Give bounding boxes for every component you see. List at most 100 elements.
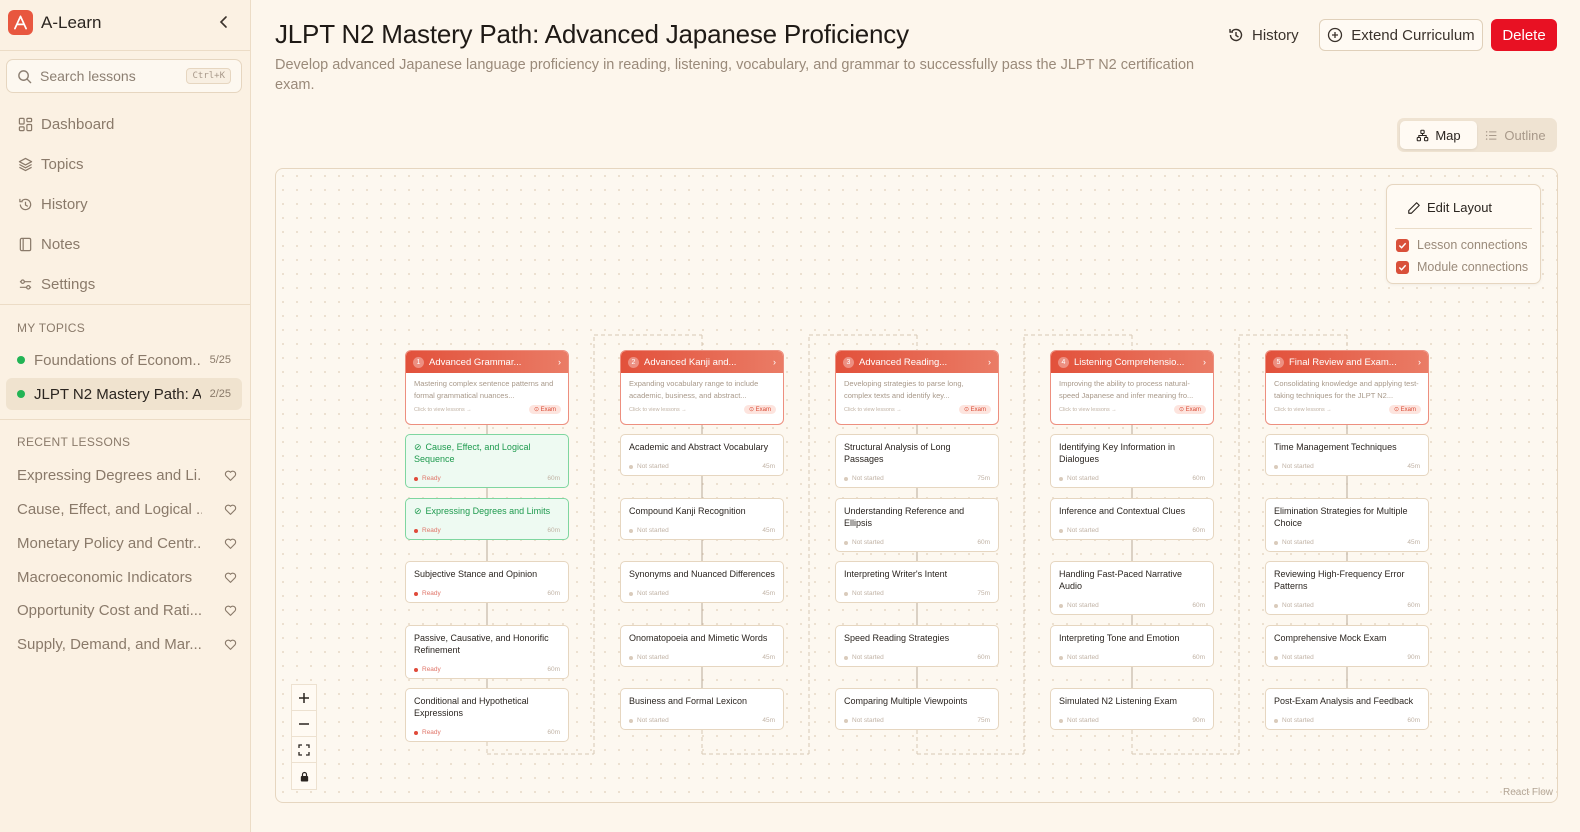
module-footer: Click to view lessons → ⊙ Exam — [836, 403, 998, 414]
lesson-duration: 60m — [547, 527, 560, 534]
lesson-node[interactable]: Academic and Abstract Vocabulary Not star… — [620, 434, 784, 476]
recent-lesson-item[interactable]: Macroeconomic Indicators — [17, 566, 237, 588]
exam-label: Exam — [540, 407, 556, 413]
lesson-title-text: Conditional and Hypothetical Expressions — [414, 696, 529, 718]
nav-item-notes[interactable]: Notes — [0, 224, 251, 264]
module-title: Advanced Reading... — [859, 356, 948, 368]
module-hint: Click to view lessons → — [629, 406, 687, 413]
lesson-node[interactable]: Conditional and Hypothetical Expressions… — [405, 688, 569, 742]
heart-icon[interactable] — [224, 638, 237, 651]
lesson-node[interactable]: Subjective Stance and Opinion Ready 60m — [405, 561, 569, 603]
lesson-status: Not started — [629, 654, 669, 661]
heart-icon[interactable] — [224, 537, 237, 550]
lesson-node[interactable]: Inference and Contextual Clues Not starte… — [1050, 498, 1214, 540]
lesson-status: Not started — [1059, 527, 1099, 534]
delete-label: Delete — [1502, 26, 1546, 44]
nav-item-dashboard[interactable]: Dashboard — [0, 104, 251, 144]
fit-view-button[interactable] — [292, 737, 316, 763]
lesson-title-text: Time Management Techniques — [1274, 442, 1397, 452]
fullscreen-icon — [298, 743, 310, 756]
module-node[interactable]: 5 Final Review and Exam... › Consolidating … — [1265, 350, 1429, 425]
topic-item-active[interactable]: JLPT N2 Mastery Path: A... 2/25 — [6, 378, 242, 410]
lesson-node[interactable]: ⊘ Cause, Effect, and Logical Sequence Read… — [405, 434, 569, 488]
delete-button[interactable]: Delete — [1491, 19, 1557, 51]
module-node[interactable]: 1 Advanced Grammar... › Mastering complex s… — [405, 350, 569, 425]
lesson-node[interactable]: Speed Reading Strategies Not started 60m — [835, 625, 999, 667]
lesson-status: Not started — [1274, 539, 1314, 546]
lesson-node[interactable]: Compound Kanji Recognition Not started 45m — [620, 498, 784, 540]
heart-icon[interactable] — [224, 503, 237, 516]
heart-icon[interactable] — [224, 469, 237, 482]
lesson-node[interactable]: Passive, Causative, and Honorific Refine… — [405, 625, 569, 679]
edit-layout-button[interactable]: Edit Layout — [1407, 200, 1492, 215]
recent-lesson-title: Macroeconomic Indicators — [17, 568, 193, 586]
lesson-node[interactable]: Time Management Techniques Not started 45m — [1265, 434, 1429, 476]
nav-item-settings[interactable]: Settings — [0, 264, 251, 304]
exam-badge[interactable]: ⊙ Exam — [1388, 405, 1421, 414]
lesson-status-text: Not started — [1067, 654, 1099, 661]
exam-badge[interactable]: ⊙ Exam — [528, 405, 561, 414]
module-connections-toggle[interactable]: Module connections — [1396, 260, 1528, 274]
recent-lesson-item[interactable]: Expressing Degrees and Li... — [17, 464, 237, 486]
lesson-status-text: Ready — [422, 527, 441, 534]
lesson-node[interactable]: Interpreting Writer's Intent Not started 7… — [835, 561, 999, 603]
layers-icon — [18, 157, 33, 171]
lesson-node[interactable]: Post-Exam Analysis and Feedback Not start… — [1265, 688, 1429, 730]
recent-lesson-item[interactable]: Opportunity Cost and Rati... — [17, 599, 237, 621]
status-dot — [1274, 464, 1278, 469]
outline-label: Outline — [1504, 127, 1546, 143]
lesson-node[interactable]: Understanding Reference and Ellipsis Not … — [835, 498, 999, 552]
lesson-node[interactable]: Reviewing High-Frequency Error Patterns N… — [1265, 561, 1429, 615]
module-node[interactable]: 2 Advanced Kanji and... › Expanding vocabul… — [620, 350, 784, 425]
lesson-duration: 75m — [977, 475, 990, 482]
exam-badge[interactable]: ⊙ Exam — [743, 405, 776, 414]
collapse-sidebar-button[interactable] — [216, 14, 232, 30]
extend-curriculum-button[interactable]: Extend Curriculum — [1319, 19, 1483, 51]
lesson-status-text: Not started — [1282, 602, 1314, 609]
lesson-title: Time Management Techniques — [1274, 441, 1420, 453]
lesson-node[interactable]: Interpreting Tone and Emotion Not started… — [1050, 625, 1214, 667]
lesson-duration: 60m — [547, 590, 560, 597]
react-flow-attribution[interactable]: React Flow — [1503, 787, 1553, 798]
topic-item[interactable]: Foundations of Econom... 5/25 — [6, 344, 242, 376]
page-description: Develop advanced Japanese language profi… — [275, 57, 1195, 93]
search-input[interactable]: Search lessons Ctrl+K — [6, 59, 242, 93]
lesson-title: ⊘ Expressing Degrees and Limits — [414, 505, 560, 517]
nav-item-topics[interactable]: Topics — [0, 144, 251, 184]
nav-item-history[interactable]: History — [0, 184, 251, 224]
module-node[interactable]: 4 Listening Comprehensio... › Improving the… — [1050, 350, 1214, 425]
recent-lesson-item[interactable]: Supply, Demand, and Mar... — [17, 633, 237, 655]
outline-view-button[interactable]: Outline — [1477, 121, 1554, 149]
lesson-duration: 45m — [762, 654, 775, 661]
lesson-node[interactable]: Comprehensive Mock Exam Not started 90m — [1265, 625, 1429, 667]
module-number: 5 — [1273, 356, 1284, 368]
map-view-button[interactable]: Map — [1400, 121, 1477, 149]
heart-icon[interactable] — [224, 571, 237, 584]
lesson-node[interactable]: Onomatopoeia and Mimetic Words Not starte… — [620, 625, 784, 667]
chevron-right-icon: › — [1203, 357, 1206, 367]
module-node[interactable]: 3 Advanced Reading... › Developing strategi… — [835, 350, 999, 425]
lesson-node[interactable]: Synonyms and Nuanced Differences Not star… — [620, 561, 784, 603]
lesson-node[interactable]: Elimination Strategies for Multiple Choi… — [1265, 498, 1429, 552]
exam-badge[interactable]: ⊙ Exam — [958, 405, 991, 414]
lesson-node[interactable]: Comparing Multiple Viewpoints Not started… — [835, 688, 999, 730]
lesson-node[interactable]: Structural Analysis of Long Passages Not … — [835, 434, 999, 488]
history-button[interactable]: History — [1224, 19, 1303, 51]
lesson-node[interactable]: Identifying Key Information in Dialogues… — [1050, 434, 1214, 488]
zoom-in-button[interactable] — [292, 685, 316, 711]
recent-lesson-item[interactable]: Cause, Effect, and Logical ... — [17, 498, 237, 520]
brand[interactable]: A-Learn — [8, 10, 101, 35]
page-title: JLPT N2 Mastery Path: Advanced Japanese … — [275, 19, 909, 49]
exam-badge[interactable]: ⊙ Exam — [1173, 405, 1206, 414]
lesson-node[interactable]: Handling Fast-Paced Narrative Audio Not s… — [1050, 561, 1214, 615]
recent-lesson-item[interactable]: Monetary Policy and Centr... — [17, 532, 237, 554]
lesson-status: Not started — [1059, 602, 1099, 609]
lesson-connections-toggle[interactable]: Lesson connections — [1396, 238, 1528, 252]
lesson-node[interactable]: Business and Formal Lexicon Not started 45… — [620, 688, 784, 730]
heart-icon[interactable] — [224, 604, 237, 617]
curriculum-map-canvas[interactable]: 1 Advanced Grammar... › Mastering complex s… — [275, 168, 1558, 803]
lesson-node[interactable]: ⊘ Expressing Degrees and Limits Ready 60m — [405, 498, 569, 540]
lock-button[interactable] — [292, 763, 316, 789]
lesson-node[interactable]: Simulated N2 Listening Exam Not started 90… — [1050, 688, 1214, 730]
zoom-out-button[interactable] — [292, 711, 316, 737]
